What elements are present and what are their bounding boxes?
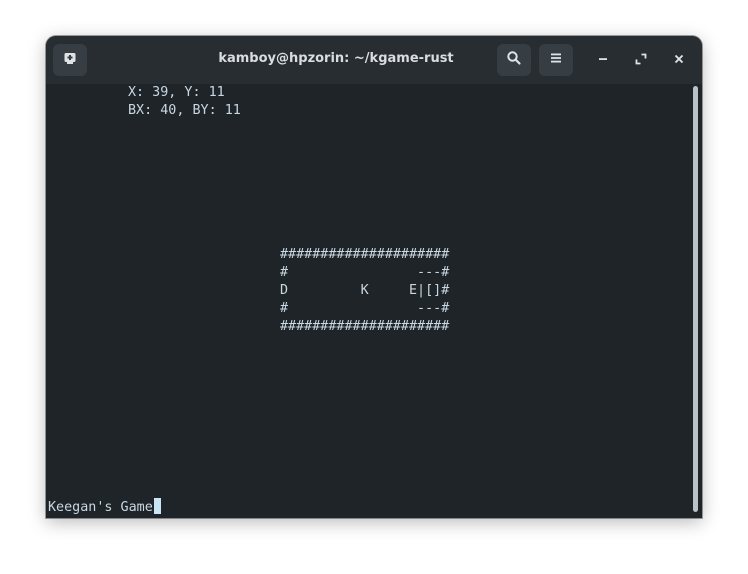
vertical-scrollbar[interactable] bbox=[690, 84, 702, 518]
close-button[interactable] bbox=[667, 48, 691, 72]
board-row: # ---# bbox=[280, 301, 450, 316]
hamburger-menu-icon bbox=[548, 50, 564, 70]
status-line: Keegan's Game bbox=[48, 498, 161, 517]
game-board: ##################### # ---# D K E|[]# #… bbox=[280, 246, 449, 336]
maximize-button[interactable] bbox=[629, 48, 653, 72]
scrollbar-thumb[interactable] bbox=[693, 86, 698, 512]
minimize-button[interactable] bbox=[591, 48, 615, 72]
maximize-icon bbox=[634, 51, 648, 70]
window-title: kamboy@hpzorin: ~/kgame-rust bbox=[218, 51, 454, 66]
game-title-text: Keegan's Game bbox=[48, 500, 153, 515]
search-button[interactable] bbox=[497, 44, 531, 76]
minimize-icon bbox=[596, 51, 610, 70]
terminal-window: kamboy@hpzorin: ~/kgame-rust X: 39, Y: 1… bbox=[46, 36, 702, 518]
text-cursor bbox=[153, 498, 161, 514]
new-tab-button[interactable] bbox=[53, 44, 87, 76]
board-row: ##################### bbox=[280, 319, 450, 334]
main-menu-button[interactable] bbox=[539, 44, 573, 76]
box-coords-text: BX: 40, BY: 11 bbox=[128, 103, 241, 118]
board-row: ##################### bbox=[280, 247, 450, 262]
board-row: # ---# bbox=[280, 265, 450, 280]
close-icon bbox=[672, 51, 686, 70]
terminal-output[interactable]: X: 39, Y: 11 BX: 40, BY: 11 ############… bbox=[46, 84, 690, 518]
title-bar[interactable]: kamboy@hpzorin: ~/kgame-rust bbox=[46, 36, 702, 84]
new-tab-icon bbox=[62, 50, 78, 70]
player-coords-text: X: 39, Y: 11 bbox=[128, 85, 225, 100]
search-icon bbox=[506, 50, 522, 70]
board-row: D K E|[]# bbox=[280, 283, 450, 298]
